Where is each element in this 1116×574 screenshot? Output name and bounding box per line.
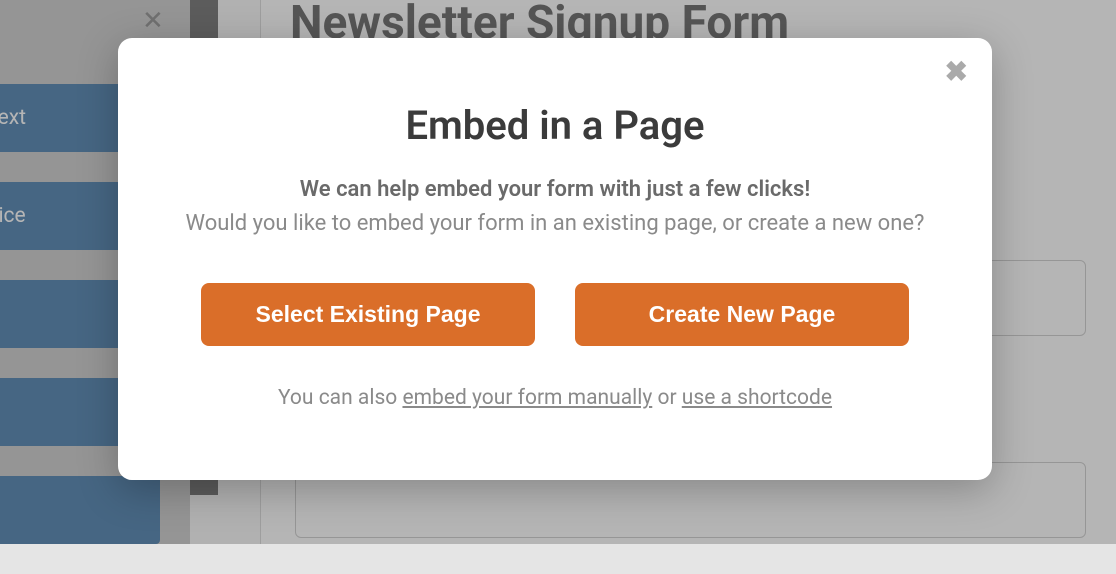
modal-title: Embed in a Page [178, 102, 932, 149]
subtitle-light: Would you like to embed your form in an … [186, 211, 925, 236]
modal-subtitle: We can help embed your form with just a … [178, 173, 932, 241]
create-new-page-button[interactable]: Create New Page [575, 283, 909, 346]
use-shortcode-link[interactable]: use a shortcode [682, 386, 832, 410]
modal-footer: You can also embed your form manually or… [178, 386, 932, 410]
select-existing-page-button[interactable]: Select Existing Page [201, 283, 535, 346]
subtitle-bold: We can help embed your form with just a … [300, 177, 810, 202]
footer-mid: or [652, 386, 682, 410]
button-row: Select Existing Page Create New Page [178, 283, 932, 346]
footer-prefix: You can also [278, 386, 402, 410]
embed-modal: ✖ Embed in a Page We can help embed your… [118, 38, 992, 480]
close-icon[interactable]: ✖ [945, 58, 968, 86]
embed-manually-link[interactable]: embed your form manually [402, 386, 652, 410]
